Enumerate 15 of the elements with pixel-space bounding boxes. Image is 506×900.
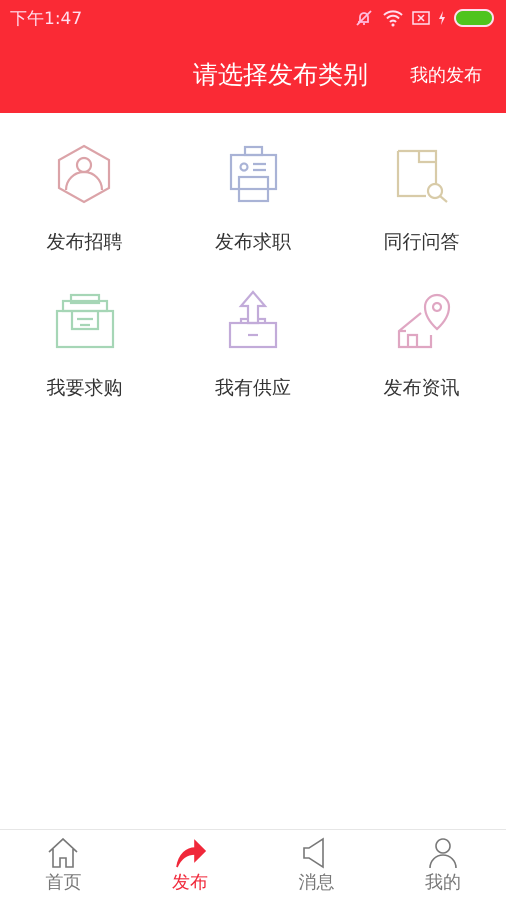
category-label[interactable]: 发布招聘 — [46, 229, 122, 255]
wifi-icon — [382, 9, 404, 27]
page-title: 请选择发布类别 — [193, 59, 368, 91]
category-label[interactable]: 发布求职 — [214, 229, 291, 255]
category-label[interactable]: 我有供应 — [214, 375, 291, 401]
category-label[interactable]: 发布资讯 — [384, 375, 460, 401]
sim-icon — [412, 10, 430, 26]
category-label[interactable]: 同行问答 — [384, 229, 460, 255]
battery-icon — [454, 9, 494, 27]
charging-icon — [438, 11, 446, 25]
my-posts-link[interactable]: 我的发布 — [410, 62, 482, 86]
home-icon — [46, 836, 80, 870]
mute-icon — [354, 9, 374, 27]
category-label[interactable]: 我要求购 — [46, 375, 122, 401]
status-time: 下午1:47 — [10, 8, 82, 30]
